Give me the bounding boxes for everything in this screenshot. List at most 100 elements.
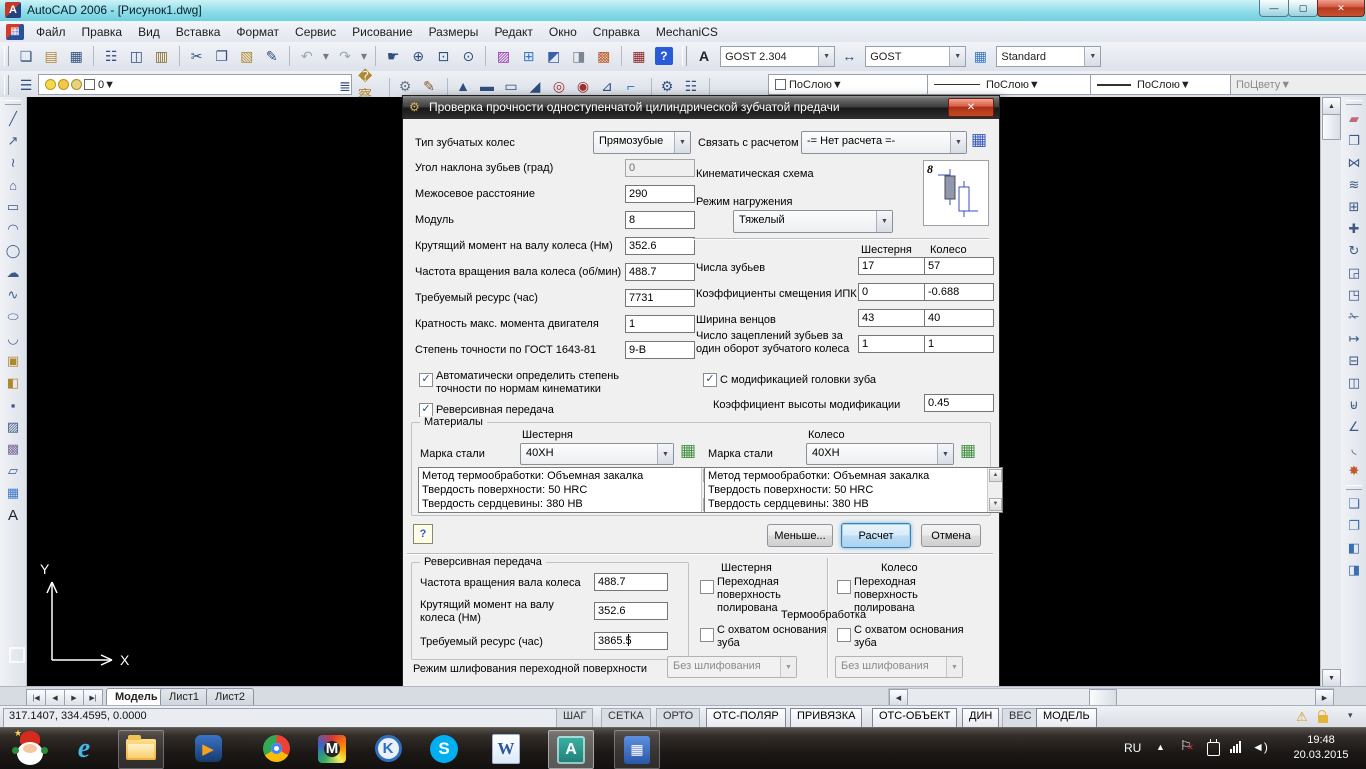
object-color-combo[interactable]: ПоСлою ▼ bbox=[768, 74, 940, 95]
tool-palettes-icon[interactable]: ⊞ bbox=[518, 45, 540, 67]
close-button[interactable]: ✕ bbox=[1317, 0, 1365, 17]
vertical-scroll-thumb[interactable] bbox=[1322, 114, 1341, 140]
calculate-button[interactable]: Расчет bbox=[841, 523, 911, 548]
menu-help[interactable]: Справка bbox=[585, 23, 648, 41]
width-wheel-input[interactable] bbox=[924, 309, 994, 327]
make-layer-current-icon[interactable]: ⚙ bbox=[656, 75, 678, 97]
reverse-torque-input[interactable] bbox=[594, 602, 668, 620]
tab-nav-prev-icon[interactable]: ◀ bbox=[45, 689, 65, 706]
taskbar-autocad[interactable]: A bbox=[548, 730, 594, 769]
cut-icon[interactable]: ✂ bbox=[186, 45, 208, 67]
tab-nav-last-icon[interactable]: ▶| bbox=[83, 689, 103, 706]
menu-draw[interactable]: Рисование bbox=[344, 23, 420, 41]
toolbar-grip[interactable] bbox=[4, 75, 9, 95]
plot-style-combo[interactable]: ПоЦвету ▼ bbox=[1230, 74, 1366, 95]
scroll-up-icon[interactable]: ▲ bbox=[1322, 97, 1341, 115]
lineweight-combo[interactable]: ПоСлою ▼ bbox=[1090, 74, 1249, 95]
taskbar-calculator[interactable]: ▦ bbox=[614, 730, 660, 769]
cancel-button[interactable]: Отмена bbox=[921, 524, 981, 547]
menu-format[interactable]: Формат bbox=[228, 23, 287, 41]
precision-grade-input[interactable] bbox=[625, 341, 695, 359]
mirror-icon[interactable]: ⋈ bbox=[1342, 152, 1366, 174]
region-icon[interactable]: ▱ bbox=[1, 460, 25, 482]
toggle-model[interactable]: МОДЕЛЬ bbox=[1036, 708, 1097, 728]
move-icon[interactable]: ✚ bbox=[1342, 218, 1366, 240]
helix-angle-input[interactable] bbox=[625, 159, 695, 177]
toolbar-grip[interactable] bbox=[1346, 100, 1362, 105]
explode-icon[interactable]: ✸ bbox=[1342, 460, 1366, 482]
spline-icon[interactable]: ∿ bbox=[1, 284, 25, 306]
tray-expand-icon[interactable]: ▲ bbox=[1156, 742, 1165, 752]
extend-icon[interactable]: ↦ bbox=[1342, 328, 1366, 350]
teeth-wheel-input[interactable] bbox=[924, 257, 994, 275]
mech-hole-icon[interactable]: ◎ bbox=[548, 75, 570, 97]
text-style-combo[interactable]: GOST 2.304 ▼ bbox=[720, 46, 836, 67]
table-icon[interactable]: ▦ bbox=[1, 482, 25, 504]
menu-tools[interactable]: Сервис bbox=[287, 23, 344, 41]
copy-icon[interactable]: ❐ bbox=[1342, 130, 1366, 152]
toolbar-grip[interactable] bbox=[5, 100, 21, 105]
pan-icon[interactable]: ☛ bbox=[382, 45, 404, 67]
clock[interactable]: 19:48 20.03.2015 bbox=[1282, 733, 1360, 763]
maximize-button[interactable]: ▢ bbox=[1288, 0, 1318, 17]
taskbar-word[interactable]: W bbox=[484, 730, 528, 767]
taskbar-mechanics-app[interactable]: M bbox=[310, 730, 354, 767]
minimize-button[interactable]: — bbox=[1259, 0, 1289, 17]
undo-dropdown-icon[interactable]: ▾ bbox=[321, 45, 331, 67]
insert-block-icon[interactable]: ▣ bbox=[1, 350, 25, 372]
block-editor-icon[interactable]: ▩ bbox=[593, 45, 615, 67]
layer-previous-icon[interactable]: ≣ bbox=[334, 75, 356, 97]
dim-style-icon[interactable]: ↔ bbox=[838, 45, 860, 67]
ellipse-icon[interactable]: ⬭ bbox=[1, 306, 25, 328]
toolbar-lock-icon[interactable] bbox=[1318, 710, 1328, 723]
bring-to-front-icon[interactable]: ❏ bbox=[1342, 493, 1366, 515]
menu-window[interactable]: Окно bbox=[541, 23, 585, 41]
new-file-icon[interactable]: ❏ bbox=[15, 45, 37, 67]
dbconnect-icon[interactable]: ◨ bbox=[568, 45, 590, 67]
bring-above-icon[interactable]: ◧ bbox=[1342, 537, 1366, 559]
teeth-gear-input[interactable] bbox=[858, 257, 926, 275]
erase-icon[interactable]: ▰ bbox=[1342, 108, 1366, 130]
info-scrollbar[interactable]: ▲▼ bbox=[987, 468, 1002, 512]
plot-icon[interactable]: ☷ bbox=[100, 45, 122, 67]
match-properties-icon[interactable]: ✎ bbox=[261, 45, 283, 67]
language-indicator[interactable]: RU bbox=[1124, 741, 1141, 755]
quickcalc-icon[interactable]: ▦ bbox=[628, 45, 650, 67]
polygon-icon[interactable]: ⌂ bbox=[1, 174, 25, 196]
text-icon[interactable]: A bbox=[1, 504, 25, 526]
break-at-point-icon[interactable]: ⊟ bbox=[1342, 350, 1366, 372]
redo-dropdown-icon[interactable]: ▾ bbox=[359, 45, 369, 67]
horizontal-scroll-thumb[interactable] bbox=[1089, 689, 1117, 706]
communication-center-icon[interactable]: ⚠ bbox=[1296, 709, 1308, 725]
menu-mechanics[interactable]: MechaniCS bbox=[648, 23, 726, 41]
toolbar-grip[interactable] bbox=[682, 46, 687, 66]
table-style-icon[interactable]: ▦ bbox=[969, 45, 991, 67]
ellipse-arc-icon[interactable]: ◡ bbox=[1, 328, 25, 350]
reverse-resource-input[interactable] bbox=[594, 632, 668, 650]
volume-icon[interactable]: ◄) bbox=[1252, 740, 1268, 754]
mech-brush-icon[interactable]: ✎ bbox=[418, 75, 440, 97]
engagement-wheel-input[interactable] bbox=[924, 335, 994, 353]
mech-ruler-icon[interactable]: ⊿ bbox=[596, 75, 618, 97]
revision-cloud-icon[interactable]: ☁ bbox=[1, 262, 25, 284]
gear-material-table-button[interactable]: ▦ bbox=[680, 441, 696, 461]
mech-bolt-icon[interactable]: ⚙ bbox=[394, 75, 416, 97]
zoom-realtime-icon[interactable]: ⊕ bbox=[407, 45, 429, 67]
tab-nav-first-icon[interactable]: |◀ bbox=[26, 689, 46, 706]
wheel-material-table-button[interactable]: ▦ bbox=[960, 441, 976, 461]
toggle-osnap[interactable]: ПРИВЯЗКА bbox=[790, 708, 863, 728]
mech-corner-icon[interactable]: ⌐ bbox=[620, 75, 642, 97]
copy-clip-icon[interactable]: ❐ bbox=[211, 45, 233, 67]
start-button[interactable]: ★ bbox=[2, 728, 58, 767]
polyline-icon[interactable]: ≀ bbox=[1, 152, 25, 174]
layer-combo[interactable]: 0 ▼ bbox=[38, 74, 352, 95]
toggle-otrack[interactable]: ОТС-ОБЪЕКТ bbox=[872, 708, 958, 728]
engagement-gear-input[interactable] bbox=[858, 335, 926, 353]
base-coverage-wheel-checkbox[interactable] bbox=[837, 628, 851, 642]
scroll-up-icon[interactable]: ▲ bbox=[989, 469, 1002, 482]
scroll-left-icon[interactable]: ◀ bbox=[889, 689, 908, 706]
offset-icon[interactable]: ≋ bbox=[1342, 174, 1366, 196]
chamfer-icon[interactable]: ∠ bbox=[1342, 416, 1366, 438]
join-icon[interactable]: ⊌ bbox=[1342, 394, 1366, 416]
taskbar-skype[interactable]: S bbox=[422, 730, 466, 767]
